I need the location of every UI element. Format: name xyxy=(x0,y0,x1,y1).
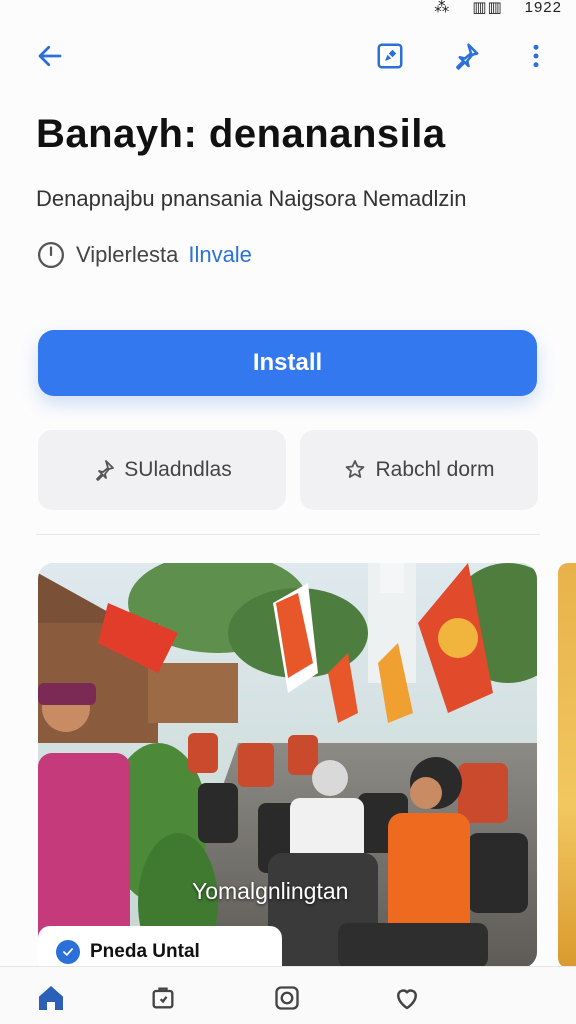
street-scene-illustration xyxy=(38,563,537,968)
edit-button[interactable] xyxy=(370,36,410,76)
developer-name[interactable]: Denapnajbu pnansania Naigsora Nemadlzin xyxy=(36,186,467,212)
status-bar: ⁂ ▥▥ 1922 xyxy=(434,0,562,16)
nav-favorites[interactable] xyxy=(390,981,424,1015)
divider xyxy=(36,534,540,535)
screenshot-caption: Yomalgnlingtan xyxy=(192,878,349,904)
chip-left-label: SUladndlas xyxy=(124,458,232,481)
install-button[interactable]: Install xyxy=(38,330,537,396)
heart-icon xyxy=(397,989,417,1010)
star-pin-icon xyxy=(346,460,365,478)
pin-icon xyxy=(456,43,479,70)
meta-prefix: Viplerlesta xyxy=(76,242,179,267)
edit-box-icon xyxy=(377,43,403,69)
screenshot-image[interactable] xyxy=(38,563,537,968)
nav-games[interactable] xyxy=(270,981,304,1015)
status-signal: ▥▥ xyxy=(472,0,503,16)
chip-right-button[interactable]: Rabchl dorm xyxy=(300,430,538,510)
bottom-nav xyxy=(0,966,576,1024)
share-button[interactable] xyxy=(446,36,486,76)
more-button[interactable] xyxy=(516,36,556,76)
status-time: 1922 xyxy=(524,0,562,16)
home-icon xyxy=(39,986,63,1010)
nav-apps[interactable] xyxy=(146,981,180,1015)
meta-link[interactable]: Ilnvale xyxy=(188,242,252,268)
check-circle-icon xyxy=(56,940,80,964)
arrow-left-icon xyxy=(38,45,62,67)
back-button[interactable] xyxy=(30,36,70,76)
chip-left-button[interactable]: SUladndlas xyxy=(38,430,286,510)
app-meta: Viplerlesta Ilnvale xyxy=(36,240,252,270)
chip-right-label: Rabchl dorm xyxy=(375,458,495,481)
clock-icon xyxy=(38,242,64,268)
games-icon xyxy=(275,986,299,1010)
pin-icon xyxy=(96,460,115,481)
status-left-glyph: ⁂ xyxy=(434,0,451,16)
app-title: Banayh: denanansila xyxy=(36,112,446,156)
badge-label: Pneda Untal xyxy=(90,941,200,962)
nav-home[interactable] xyxy=(34,981,68,1015)
next-screenshot-peek[interactable] xyxy=(558,563,576,968)
more-vertical-icon xyxy=(533,44,539,68)
apps-icon xyxy=(152,987,174,1009)
